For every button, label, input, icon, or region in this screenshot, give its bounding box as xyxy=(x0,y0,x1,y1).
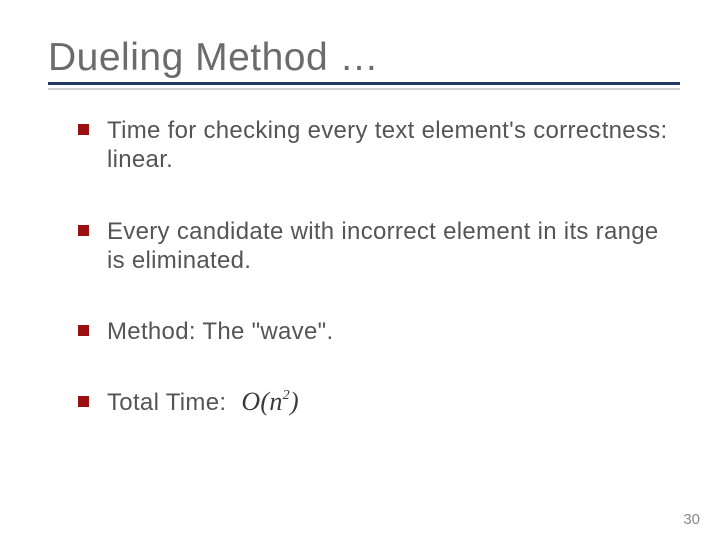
square-bullet-icon xyxy=(78,396,89,407)
rule-light xyxy=(48,88,680,90)
slide: Dueling Method … Time for checking every… xyxy=(0,0,720,540)
square-bullet-icon xyxy=(78,225,89,236)
square-bullet-icon xyxy=(78,325,89,336)
bullet-text: Time for checking every text element's c… xyxy=(107,116,672,175)
slide-title: Dueling Method … xyxy=(48,36,680,80)
bullet-list: Time for checking every text element's c… xyxy=(48,116,680,420)
bullet-item: Method: The "wave". xyxy=(78,317,672,346)
square-bullet-icon xyxy=(78,124,89,135)
bullet-text: Method: The "wave". xyxy=(107,317,333,346)
bullet-text: Total Time: O(n2) xyxy=(107,388,299,420)
bullet-item: Total Time: O(n2) xyxy=(78,388,672,420)
formula: O(n2) xyxy=(241,386,299,418)
bullet-text: Every candidate with incorrect element i… xyxy=(107,217,672,276)
page-number: 30 xyxy=(683,511,700,528)
bullet-label: Total Time: xyxy=(107,390,226,417)
title-underline xyxy=(48,82,680,90)
bullet-item: Time for checking every text element's c… xyxy=(78,116,672,175)
rule-dark xyxy=(48,82,680,85)
bullet-item: Every candidate with incorrect element i… xyxy=(78,217,672,276)
